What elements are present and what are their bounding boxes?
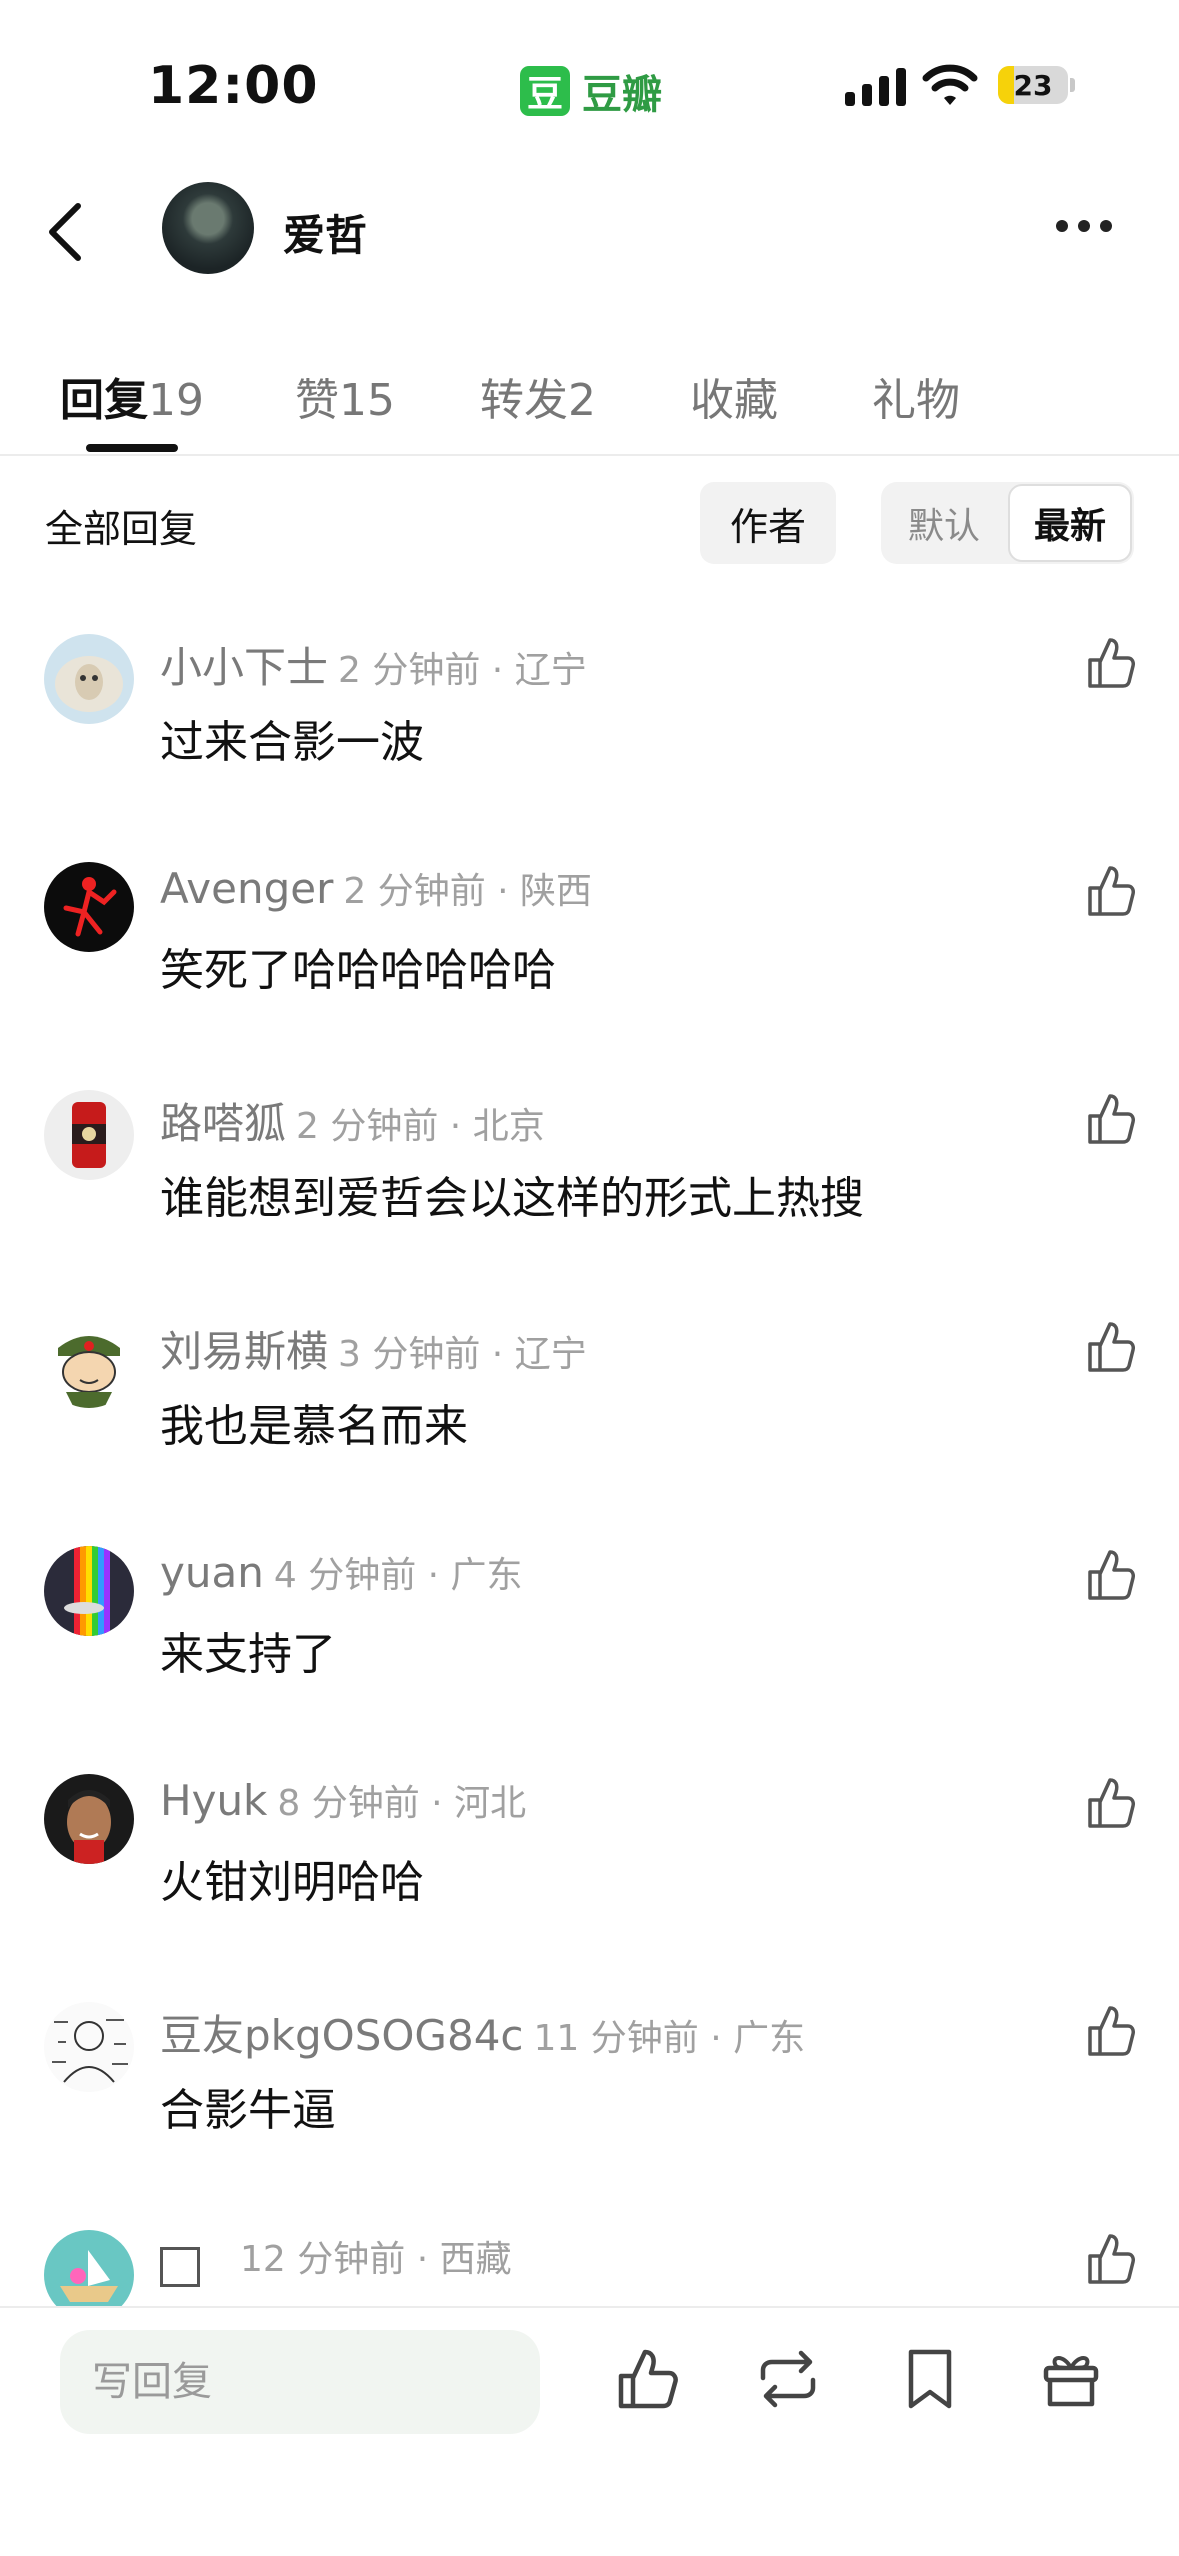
tab-bar: 回复19 赞15 转发2 收藏 礼物 bbox=[0, 340, 1179, 456]
battery-level: 23 bbox=[1013, 68, 1053, 102]
app-name: 豆瓣 bbox=[582, 72, 662, 118]
tab-count: 19 bbox=[148, 375, 204, 426]
comment-text: 谁能想到爱哲会以这样的形式上热搜 bbox=[160, 1173, 864, 1224]
tab-collections[interactable]: 收藏 bbox=[690, 364, 778, 428]
filter-label: 全部回复 bbox=[45, 507, 198, 551]
sort-segmented-control: 默认 最新 bbox=[881, 482, 1134, 564]
comment-item: 12 分钟前 · 西藏 bbox=[0, 2204, 1179, 2308]
tab-reposts[interactable]: 转发2 bbox=[480, 364, 596, 428]
chevron-left-icon[interactable] bbox=[40, 192, 90, 272]
comment-text: 过来合影一波 bbox=[160, 717, 424, 768]
like-icon[interactable] bbox=[615, 2346, 681, 2412]
author-filter-button[interactable]: 作者 bbox=[700, 482, 836, 564]
bookmark-icon[interactable] bbox=[897, 2346, 963, 2412]
comment-item: 豆友pkgOSOG84c 11 分钟前 · 广东 合影牛逼 bbox=[0, 1976, 1179, 2204]
comment-list: 小小下士 2 分钟前 · 辽宁 过来合影一波 Avenger 2 分钟前 · 陕西 … bbox=[0, 608, 1179, 2308]
thumbs-up-icon[interactable] bbox=[1086, 636, 1136, 690]
thumbs-up-icon[interactable] bbox=[1086, 864, 1136, 918]
comment-item: 路嗒狐 2 分钟前 · 北京 谁能想到爱哲会以这样的形式上热搜 bbox=[0, 1064, 1179, 1292]
sort-default-button[interactable]: 默认 bbox=[881, 482, 1007, 564]
comment-author[interactable]: yuan bbox=[160, 1548, 264, 1597]
avatar[interactable] bbox=[44, 862, 134, 952]
avatar[interactable] bbox=[44, 634, 134, 724]
douban-logo-icon: 豆 bbox=[520, 66, 570, 116]
repost-icon[interactable] bbox=[755, 2346, 821, 2412]
tab-label: 收藏 bbox=[690, 375, 778, 426]
tab-count: 15 bbox=[339, 375, 395, 426]
comment-author[interactable]: 小小下士 bbox=[160, 643, 328, 692]
thumbs-up-icon[interactable] bbox=[1086, 1776, 1136, 1830]
comment-time: 3 分钟前 · 辽宁 bbox=[338, 1334, 587, 1375]
gift-icon[interactable] bbox=[1038, 2346, 1104, 2412]
tab-label: 转发 bbox=[480, 375, 568, 426]
tab-gifts[interactable]: 礼物 bbox=[872, 364, 960, 428]
tab-indicator bbox=[86, 444, 178, 452]
comment-time: 2 分钟前 · 陕西 bbox=[343, 871, 593, 912]
thumbs-up-icon[interactable] bbox=[1086, 1548, 1136, 1602]
comment-author[interactable]: 刘易斯横 bbox=[160, 1327, 328, 1376]
comment-time: 11 分钟前 · 广东 bbox=[533, 2018, 806, 2059]
reply-input[interactable] bbox=[60, 2330, 540, 2434]
comment-text: 合影牛逼 bbox=[160, 2085, 336, 2136]
comment-time: 4 分钟前 · 广东 bbox=[273, 1555, 523, 1596]
comment-text: 我也是慕名而来 bbox=[160, 1401, 468, 1452]
comment-item: 刘易斯横 3 分钟前 · 辽宁 我也是慕名而来 bbox=[0, 1292, 1179, 1520]
tab-likes[interactable]: 赞15 bbox=[295, 364, 395, 428]
comment-item: Avenger 2 分钟前 · 陕西 笑死了哈哈哈哈哈哈 bbox=[0, 836, 1179, 1064]
tab-label: 赞 bbox=[295, 375, 339, 426]
thumbs-up-icon[interactable] bbox=[1086, 1320, 1136, 1374]
tab-count: 2 bbox=[568, 375, 596, 426]
comment-text: 来支持了 bbox=[160, 1629, 336, 1680]
comment-time: 12 分钟前 · 西藏 bbox=[240, 2239, 512, 2280]
filter-row: 全部回复 作者 默认 最新 bbox=[0, 468, 1179, 578]
tab-label: 礼物 bbox=[872, 375, 960, 426]
comment-item: 小小下士 2 分钟前 · 辽宁 过来合影一波 bbox=[0, 608, 1179, 836]
comment-author[interactable]: Hyuk bbox=[160, 1776, 267, 1825]
avatar[interactable] bbox=[44, 1774, 134, 1864]
comment-text: 笑死了哈哈哈哈哈哈 bbox=[160, 945, 556, 996]
signal-icon bbox=[845, 66, 906, 106]
avatar[interactable] bbox=[44, 2002, 134, 2092]
page-title[interactable]: 爱哲 bbox=[283, 202, 367, 263]
thumbs-up-icon[interactable] bbox=[1086, 2232, 1136, 2286]
thumbs-up-icon[interactable] bbox=[1086, 1092, 1136, 1146]
comment-time: 2 分钟前 · 北京 bbox=[296, 1106, 545, 1147]
checkbox-icon bbox=[160, 2246, 200, 2287]
comment-item: Hyuk 8 分钟前 · 河北 火钳刘明哈哈 bbox=[0, 1748, 1179, 1976]
comment-author[interactable]: Avenger bbox=[160, 864, 333, 913]
avatar[interactable] bbox=[44, 1090, 134, 1180]
tab-replies[interactable]: 回复19 bbox=[60, 364, 204, 428]
battery-icon: 23 bbox=[998, 66, 1076, 104]
status-bar: 12:00 豆 豆瓣 23 bbox=[0, 0, 1179, 160]
comment-author[interactable]: 路嗒狐 bbox=[160, 1099, 286, 1148]
avatar[interactable] bbox=[44, 1546, 134, 1636]
sort-latest-button[interactable]: 最新 bbox=[1008, 484, 1132, 562]
avatar[interactable] bbox=[44, 2230, 134, 2308]
header: 爱哲 bbox=[0, 160, 1179, 300]
bottom-action-bar bbox=[0, 2306, 1179, 2556]
tab-label: 回复 bbox=[60, 375, 148, 426]
comment-author[interactable]: 豆友pkgOSOG84c bbox=[160, 2011, 524, 2060]
avatar[interactable] bbox=[44, 1318, 134, 1408]
avatar[interactable] bbox=[162, 182, 254, 274]
comment-item: yuan 4 分钟前 · 广东 来支持了 bbox=[0, 1520, 1179, 1748]
comment-time: 8 分钟前 · 河北 bbox=[277, 1783, 527, 1824]
comment-time: 2 分钟前 · 辽宁 bbox=[338, 650, 587, 691]
thumbs-up-icon[interactable] bbox=[1086, 2004, 1136, 2058]
status-time: 12:00 bbox=[148, 56, 319, 116]
comment-text: 火钳刘明哈哈 bbox=[160, 1857, 424, 1908]
wifi-icon bbox=[922, 64, 978, 105]
app-indicator: 豆 豆瓣 bbox=[520, 62, 662, 120]
more-horizontal-icon[interactable] bbox=[1056, 220, 1112, 232]
